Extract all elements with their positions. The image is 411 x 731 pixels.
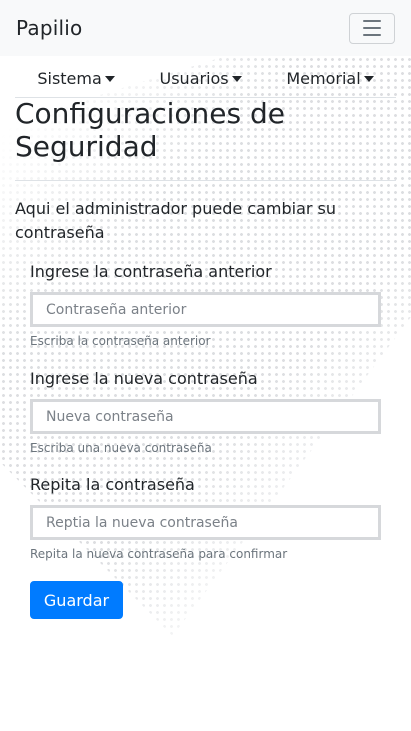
caret-down-icon — [231, 76, 242, 82]
title-divider — [15, 180, 396, 181]
top-navbar: Papilio — [0, 0, 411, 56]
hamburger-menu-icon[interactable] — [349, 12, 395, 44]
page-intro: Aqui el administrador puede cambiar su c… — [15, 199, 337, 242]
confirm-password-help: Repita la nueva contraseña para confirma… — [30, 547, 288, 561]
new-password-input[interactable] — [30, 399, 381, 434]
confirm-password-group: Repita la contraseña Repita la nueva con… — [30, 475, 381, 562]
confirm-password-input[interactable] — [30, 505, 381, 540]
caret-down-icon — [104, 76, 115, 82]
save-button[interactable]: Guardar — [30, 581, 123, 619]
old-password-label: Ingrese la contraseña anterior — [30, 262, 272, 281]
page-title: Configuraciones de Seguridad — [15, 97, 286, 163]
menu-item-label: Sistema — [37, 69, 102, 88]
main-menu: Sistema Usuarios Memorial — [15, 60, 396, 98]
menu-item-usuarios[interactable]: Usuarios — [160, 69, 242, 88]
new-password-group: Ingrese la nueva contraseña Escriba una … — [30, 369, 381, 456]
menu-item-label: Usuarios — [159, 69, 229, 88]
caret-down-icon — [363, 76, 374, 82]
old-password-input[interactable] — [30, 292, 381, 327]
old-password-group: Ingrese la contraseña anterior Escriba l… — [30, 262, 381, 349]
brand-logo-text[interactable]: Papilio — [16, 16, 82, 40]
menu-item-sistema[interactable]: Sistema — [37, 69, 115, 88]
menu-item-memorial[interactable]: Memorial — [286, 69, 374, 88]
new-password-help: Escriba una nueva contraseña — [30, 441, 212, 455]
new-password-label: Ingrese la nueva contraseña — [30, 369, 258, 388]
confirm-password-label: Repita la contraseña — [30, 475, 195, 494]
menu-item-label: Memorial — [286, 69, 361, 88]
old-password-help: Escriba la contraseña anterior — [30, 334, 211, 348]
